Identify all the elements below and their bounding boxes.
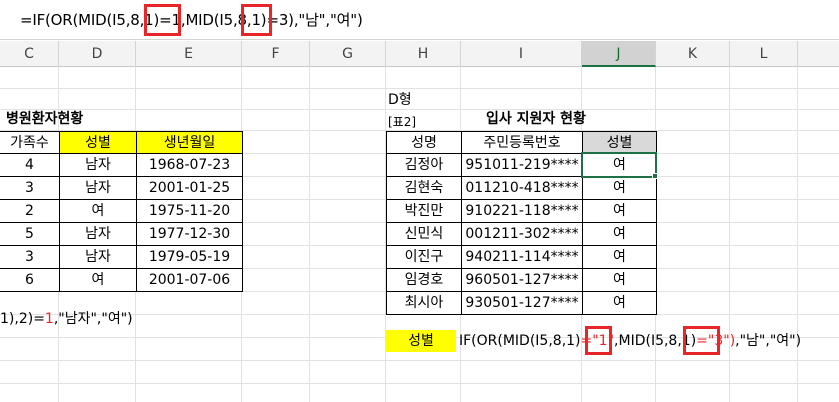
left-cell: 2001-07-06 [136,268,243,292]
left-header-birth: 생년월일 [136,131,243,154]
left-header-gender: 성별 [59,131,137,154]
column-header-H[interactable]: H [386,41,461,67]
type-label: D형 [388,92,412,108]
left-cell: 남자 [59,176,137,200]
formula-text[interactable]: =IF(OR(MID(I5,8,1)=1,MID(I5,8,1)=3),"남",… [20,9,363,30]
column-header-D[interactable]: D [59,41,136,67]
left-table-title: 병원환자현황 [6,111,84,127]
column-header-row: C D E F G H I J K L [0,41,839,67]
left-cell: 6 [0,268,60,292]
left-cell: 1977-12-30 [136,222,243,246]
right-cell: 박진만 [386,199,462,223]
right-cell: 951011-219**** [461,153,583,177]
right-cell: 011210-418**** [461,176,583,200]
left-cell: 2001-01-25 [136,176,243,200]
right-cell: 김현숙 [386,176,462,200]
right-cell: 임경호 [386,268,462,292]
left-cell: 2 [0,199,60,223]
active-cell-selection[interactable] [581,152,657,178]
column-header-E[interactable]: E [136,41,242,67]
column-header-J[interactable]: J [582,41,656,67]
right-cell: 930501-127**** [461,291,583,315]
column-header-G[interactable]: G [310,41,386,67]
right-cell[interactable]: 여 [582,199,657,223]
formula-bar[interactable]: =IF(OR(MID(I5,8,1)=1,MID(I5,8,1)=3),"남",… [0,0,839,40]
left-cell: 5 [0,222,60,246]
answer-label: 성별 [386,330,456,352]
right-cell: 이진구 [386,245,462,269]
column-header-K[interactable]: K [656,41,730,67]
right-cell[interactable]: 여 [582,176,657,200]
left-cell: 남자 [59,245,137,269]
left-cell: 1968-07-23 [136,153,243,177]
right-cell: 김정아 [386,153,462,177]
right-cell: 960501-127**** [461,268,583,292]
highlight-box-1 [585,326,612,355]
column-header-L[interactable]: L [730,41,798,67]
left-cell: 3 [0,245,60,269]
right-cell: 940211-114**** [461,245,583,269]
left-cell: 여 [59,268,137,292]
left-cell: 1975-11-20 [136,199,243,223]
right-cell[interactable]: 여 [582,291,657,315]
right-cell: 910221-118**** [461,199,583,223]
right-header-id: 주민등록번호 [461,131,583,154]
column-header-F[interactable]: F [242,41,310,67]
left-cell: 남자 [59,222,137,246]
highlight-box-eq1 [144,4,181,36]
highlight-box-eq3 [241,4,272,36]
highlight-box-3 [683,326,720,355]
right-cell[interactable]: 여 [582,268,657,292]
left-cell: 여 [59,199,137,223]
fill-handle[interactable] [652,173,658,179]
right-cell: 신민식 [386,222,462,246]
right-cell: 최시아 [386,291,462,315]
left-cell: 남자 [59,153,137,177]
left-formula-fragment: 1),2)=1,"남자","여") [0,311,133,327]
right-cell[interactable]: 여 [582,245,657,269]
right-table-title: 입사 지원자 현황 [486,111,586,127]
right-header-name: 성명 [386,131,462,154]
column-header-C[interactable]: C [0,41,59,67]
left-cell: 1979-05-19 [136,245,243,269]
right-cell: 001211-302**** [461,222,583,246]
left-cell: 3 [0,176,60,200]
left-header-family: 가족수 [0,131,60,154]
right-cell[interactable]: 여 [582,222,657,246]
column-header-I[interactable]: I [461,41,582,67]
right-header-gender: 성별 [582,131,657,154]
left-cell: 4 [0,153,60,177]
answer-formula: IF(OR(MID(I5,8,1)="1",MID(I5,8,1)="3"),"… [459,333,802,349]
